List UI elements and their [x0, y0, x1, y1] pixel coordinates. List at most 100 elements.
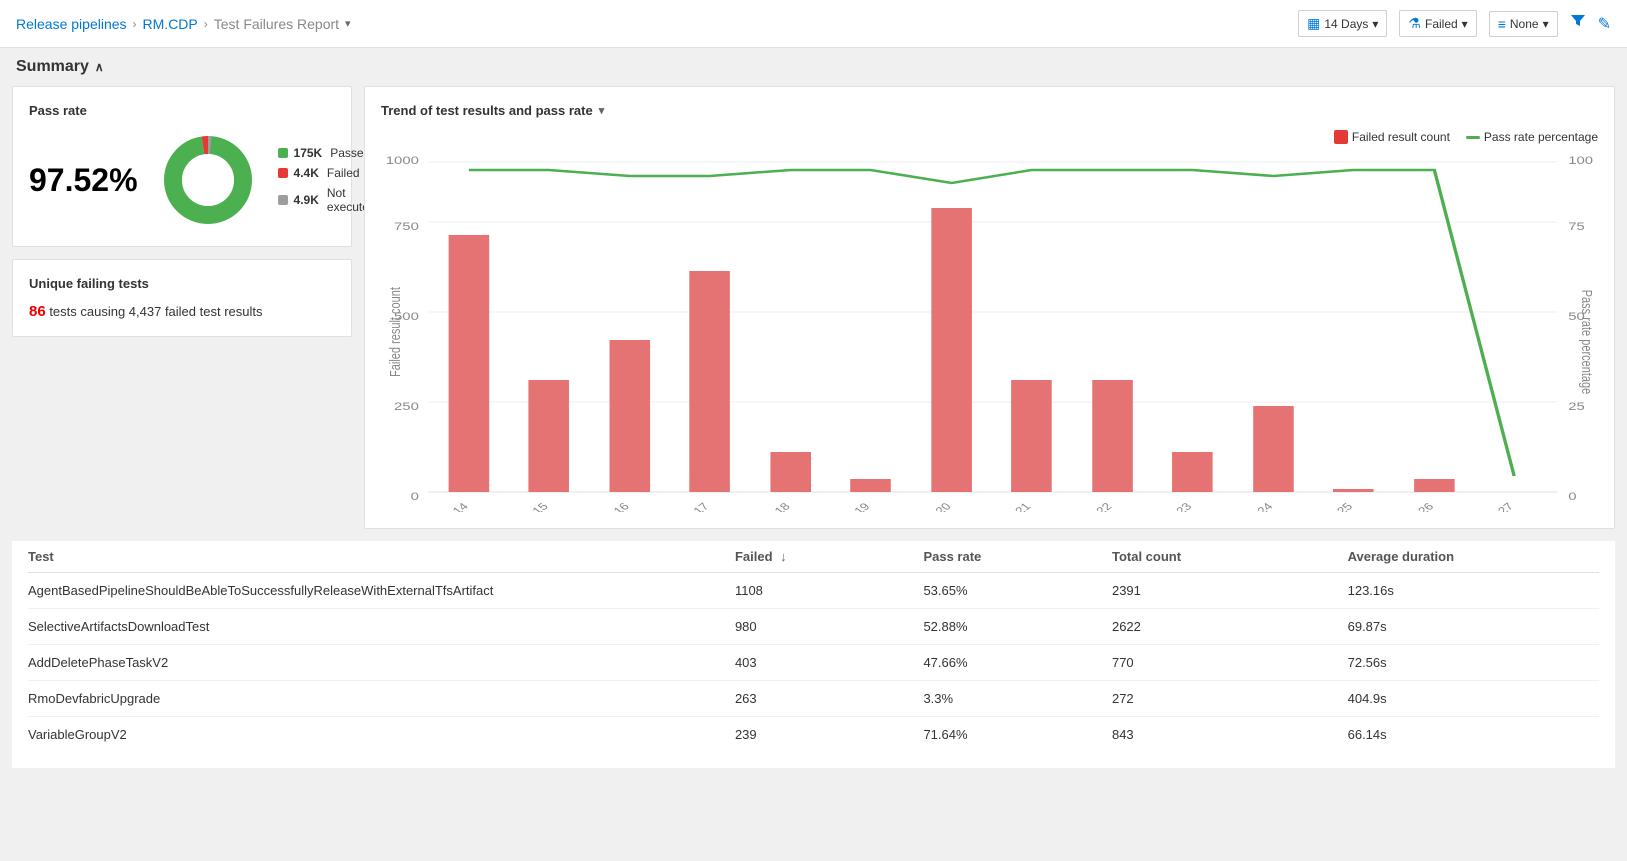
- passed-count: 175K: [294, 146, 323, 160]
- col-header-test[interactable]: Test: [28, 541, 735, 573]
- failed-count: 4.4K: [294, 166, 319, 180]
- col-header-failed[interactable]: Failed ↓: [735, 541, 892, 573]
- breadcrumb-item-2[interactable]: RM.CDP: [143, 16, 198, 32]
- bar-1: [528, 380, 569, 492]
- legend-not-executed: 4.9K Not executed: [278, 186, 376, 214]
- breadcrumb-item-3[interactable]: Test Failures Report: [214, 16, 339, 32]
- summary-title: Summary: [16, 58, 89, 76]
- main-content: Summary ∧ Pass rate 97.52%: [0, 48, 1627, 768]
- status-filter-btn[interactable]: ⚗ Failed ▾: [1399, 10, 1476, 37]
- svg-text:2019-05-18: 2019-05-18: [733, 500, 793, 512]
- svg-text:250: 250: [394, 400, 419, 413]
- cell-test-1: SelectiveArtifactsDownloadTest: [28, 609, 735, 645]
- col-header-duration[interactable]: Average duration: [1348, 541, 1599, 573]
- col-header-total[interactable]: Total count: [1112, 541, 1348, 573]
- table-row[interactable]: SelectiveArtifactsDownloadTest 980 52.88…: [28, 609, 1599, 645]
- unique-failing-count: 86: [29, 303, 46, 320]
- group-chevron-icon: ▾: [1543, 17, 1549, 31]
- chart-chevron-icon[interactable]: ▾: [599, 104, 605, 117]
- svg-text:750: 750: [394, 220, 419, 233]
- bar-3: [689, 271, 730, 492]
- table-row[interactable]: RmoDevfabricUpgrade 263 3.3% 272 404.9s: [28, 681, 1599, 717]
- svg-text:Failed result count: Failed result count: [386, 287, 403, 377]
- svg-text:2019-05-19: 2019-05-19: [813, 500, 873, 512]
- svg-text:2019-05-21: 2019-05-21: [974, 500, 1034, 512]
- bar-6: [931, 208, 972, 492]
- left-panel: Pass rate 97.52%: [12, 86, 352, 529]
- bar-9: [1172, 452, 1213, 492]
- top-right-controls: ▦ 14 Days ▾ ⚗ Failed ▾ ≡ None ▾ ✎: [1298, 10, 1611, 37]
- chart-area: 0 250 500 750 1000 0 25 50 75 100: [381, 152, 1598, 512]
- summary-panels: Pass rate 97.52%: [0, 86, 1627, 541]
- edit-btn[interactable]: ✎: [1598, 14, 1611, 34]
- svg-text:2019-05-27: 2019-05-27: [1456, 500, 1516, 512]
- breadcrumb: Release pipelines › RM.CDP › Test Failur…: [16, 16, 351, 32]
- calendar-icon: ▦: [1307, 15, 1320, 32]
- cell-test-3: RmoDevfabricUpgrade: [28, 681, 735, 717]
- flask-icon: ⚗: [1408, 15, 1421, 32]
- days-chevron-icon: ▾: [1372, 17, 1378, 31]
- pass-rate-content: 97.52%: [29, 130, 335, 230]
- status-chevron-icon: ▾: [1462, 17, 1468, 31]
- bar-0: [449, 235, 490, 492]
- summary-section-header[interactable]: Summary ∧: [0, 48, 1627, 86]
- svg-text:0: 0: [1568, 490, 1576, 503]
- cell-duration-3: 404.9s: [1348, 681, 1599, 717]
- breadcrumb-sep-2: ›: [204, 17, 208, 31]
- pass-rate-label: Pass rate percentage: [1484, 130, 1598, 144]
- bar-5: [850, 479, 891, 492]
- svg-text:2019-05-16: 2019-05-16: [572, 500, 632, 512]
- svg-text:2019-05-14: 2019-05-14: [411, 500, 471, 512]
- pass-rate-legend: 175K Passed 4.4K Failed 4.9K Not execute…: [278, 146, 376, 214]
- cell-failed-3: 263: [735, 681, 892, 717]
- cell-failed-4: 239: [735, 717, 892, 753]
- cell-total-2: 770: [1112, 645, 1348, 681]
- table-row[interactable]: AgentBasedPipelineShouldBeAbleToSuccessf…: [28, 573, 1599, 609]
- legend-failed-count: Failed result count: [1334, 130, 1450, 144]
- svg-text:75: 75: [1568, 220, 1585, 233]
- svg-text:0: 0: [411, 490, 419, 503]
- group-icon: ≡: [1498, 16, 1506, 32]
- svg-text:2019-05-23: 2019-05-23: [1135, 500, 1195, 512]
- svg-text:2019-05-26: 2019-05-26: [1377, 500, 1437, 512]
- trend-chart-card: Trend of test results and pass rate ▾ Fa…: [364, 86, 1615, 529]
- group-filter-label: None: [1510, 17, 1539, 31]
- failed-count-dot: [1334, 130, 1348, 144]
- donut-chart: [158, 130, 258, 230]
- filter-funnel-btn[interactable]: [1570, 13, 1586, 34]
- col-header-passrate[interactable]: Pass rate: [923, 541, 1112, 573]
- table-row[interactable]: AddDeletePhaseTaskV2 403 47.66% 770 72.5…: [28, 645, 1599, 681]
- cell-test-2: AddDeletePhaseTaskV2: [28, 645, 735, 681]
- failed-dot: [278, 168, 288, 178]
- cell-total-3: 272: [1112, 681, 1348, 717]
- summary-chevron-icon: ∧: [95, 60, 104, 74]
- pass-rate-title: Pass rate: [29, 103, 335, 118]
- bar-11: [1333, 489, 1374, 492]
- table-body: AgentBasedPipelineShouldBeAbleToSuccessf…: [28, 573, 1599, 753]
- cell-passrate-4: 71.64%: [923, 717, 1112, 753]
- days-filter-btn[interactable]: ▦ 14 Days ▾: [1298, 10, 1387, 37]
- cell-duration-0: 123.16s: [1348, 573, 1599, 609]
- breadcrumb-item-1[interactable]: Release pipelines: [16, 16, 127, 32]
- svg-text:2019-05-17: 2019-05-17: [652, 500, 712, 512]
- cell-passrate-2: 47.66%: [923, 645, 1112, 681]
- bar-4: [770, 452, 811, 492]
- cell-failed-1: 980: [735, 609, 892, 645]
- breadcrumb-dropdown-icon[interactable]: ▾: [345, 17, 351, 30]
- days-filter-label: 14 Days: [1324, 17, 1368, 31]
- bar-2: [610, 340, 651, 492]
- svg-text:2019-05-25: 2019-05-25: [1296, 500, 1356, 512]
- unique-failing-card: Unique failing tests 86 tests causing 4,…: [12, 259, 352, 337]
- group-filter-btn[interactable]: ≡ None ▾: [1489, 11, 1558, 37]
- svg-text:Pass rate percentage: Pass rate percentage: [1578, 290, 1595, 395]
- svg-text:2019-05-20: 2019-05-20: [894, 500, 954, 512]
- cell-passrate-0: 53.65%: [923, 573, 1112, 609]
- table-row[interactable]: VariableGroupV2 239 71.64% 843 66.14s: [28, 717, 1599, 753]
- not-executed-count: 4.9K: [294, 193, 319, 207]
- cell-failed-0: 1108: [735, 573, 892, 609]
- unique-failing-description: tests causing 4,437 failed test results: [49, 304, 262, 319]
- svg-text:2019-05-22: 2019-05-22: [1055, 500, 1115, 512]
- pass-rate-line: [1466, 136, 1480, 139]
- pass-rate-value: 97.52%: [29, 162, 138, 199]
- results-table: Test Failed ↓ Pass rate Total count Aver…: [28, 541, 1599, 752]
